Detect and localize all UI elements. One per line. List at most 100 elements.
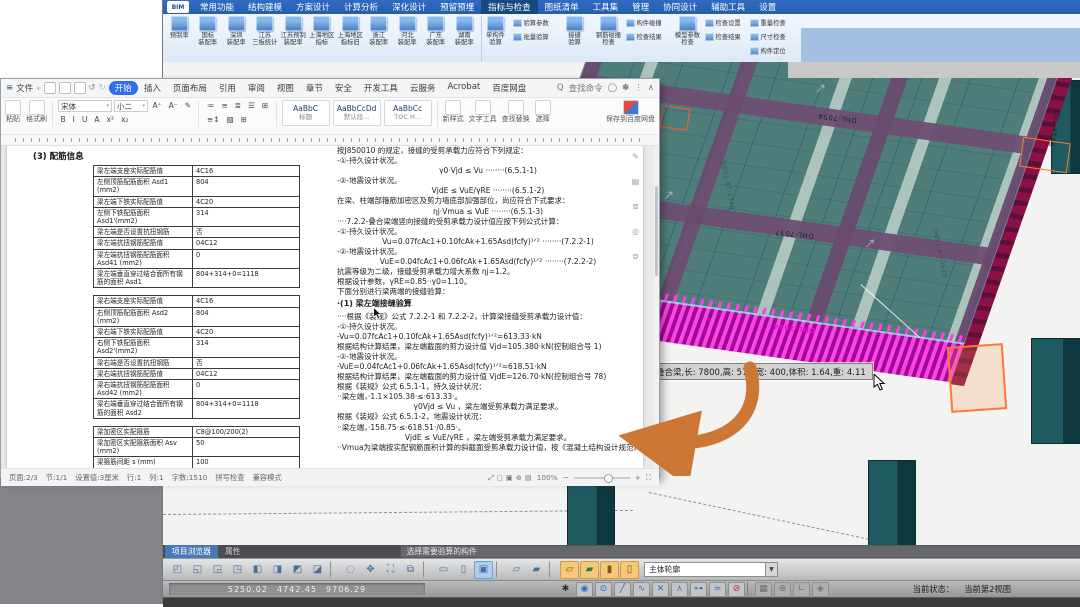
ribbon-tab[interactable]: 方案设计 xyxy=(289,0,337,14)
horizontal-ruler[interactable] xyxy=(1,135,659,146)
window-prev-icon[interactable]: ▭ xyxy=(434,561,453,579)
align-button[interactable]: ⊞ xyxy=(259,100,270,112)
word-menu-tab[interactable]: 开发工具 xyxy=(358,81,404,95)
view-cube-sw-icon[interactable]: ◰ xyxy=(168,561,187,579)
undo-icon[interactable]: ↺ xyxy=(89,83,96,93)
grid-toggle-icon[interactable]: ▦ xyxy=(755,582,772,597)
document-area[interactable]: (3) 配筋信息 梁左端支座实际配筋值4C16左侧顶筋配筋面积 Asd1 (mm… xyxy=(1,146,659,468)
paste-button[interactable]: 粘贴 xyxy=(5,100,21,123)
ribbon-tab[interactable]: 辅助工具 xyxy=(704,0,752,14)
ribbon-button[interactable]: 预制率 xyxy=(165,15,194,46)
pan-icon[interactable]: ✥ xyxy=(361,561,380,579)
ribbon-small-button[interactable]: 构件定位 xyxy=(750,44,795,57)
share-icon[interactable]: ⊜ xyxy=(632,252,639,261)
word-menu-tab[interactable]: 引用 xyxy=(213,81,242,95)
ribbon-button[interactable]: 上海地区指标旧 xyxy=(336,15,365,46)
ribbon-tab[interactable]: 设置 xyxy=(752,0,783,14)
border-button[interactable]: ⊞ xyxy=(238,114,249,126)
ribbon-button[interactable]: 湖南装配率 xyxy=(450,15,479,46)
snap-polyline-icon[interactable]: ∿ xyxy=(633,582,650,597)
word-menu-tab[interactable]: 审阅 xyxy=(242,81,271,95)
ribbon-tab[interactable]: 常用功能 xyxy=(193,0,241,14)
find-replace-button[interactable]: 查找替换 xyxy=(502,100,530,123)
word-menu-tab[interactable]: 开始 xyxy=(109,81,138,95)
word-menu-tab[interactable]: 百度网盘 xyxy=(486,81,532,95)
ribbon-small-button[interactable]: 批量验算 xyxy=(513,30,558,43)
comment-icon[interactable]: ▤ xyxy=(632,177,640,186)
ribbon-button[interactable]: 江苏预制装配率 xyxy=(279,15,308,46)
shading-button[interactable]: ▨ xyxy=(224,114,236,126)
view-mode-icon[interactable]: ⤢ xyxy=(488,473,494,483)
snap-cursor-icon[interactable]: ◉ xyxy=(576,582,593,597)
ribbon-tab[interactable]: 计算分析 xyxy=(337,0,385,14)
word-menu-tab[interactable]: 页面布局 xyxy=(167,81,213,95)
style-chip[interactable]: AaBbCc TOC H... xyxy=(384,100,432,126)
help-icon[interactable]: ◯ xyxy=(608,83,618,93)
ribbon-tab[interactable]: 协同设计 xyxy=(656,0,704,14)
ribbon-tab[interactable]: 管理 xyxy=(625,0,656,14)
word-menu-tab[interactable]: 视图 xyxy=(271,81,300,95)
new-style-button[interactable]: 新样式 xyxy=(443,100,464,123)
view-back-icon[interactable]: ◨ xyxy=(268,561,287,579)
format-button[interactable]: A xyxy=(92,114,102,126)
chevron-down-icon[interactable]: ∨ xyxy=(36,85,40,92)
font-size-select[interactable]: 小二▾ xyxy=(114,100,148,112)
clear-format-button[interactable]: ✎ xyxy=(182,100,193,112)
search-icon[interactable]: Q xyxy=(557,83,564,93)
snap-parallel-icon[interactable]: ≃ xyxy=(709,582,726,597)
orbit-icon[interactable]: ◌ xyxy=(341,561,360,579)
display-mode-select[interactable]: 主体轮廓 ▼ xyxy=(644,562,778,577)
ribbon-button[interactable]: 深圳装配率 xyxy=(222,15,251,46)
beam-display-toggle-icon[interactable]: ▮ xyxy=(600,561,619,579)
search-command-label[interactable]: 查找命令 xyxy=(569,82,603,94)
scrollbar-thumb[interactable] xyxy=(655,186,658,276)
app-logo-icon[interactable]: BIM xyxy=(167,1,189,13)
ribbon-button[interactable]: 广东装配率 xyxy=(422,15,451,46)
align-button[interactable]: ≣ xyxy=(232,100,243,112)
column-3d[interactable] xyxy=(868,460,916,545)
word-menu-tab[interactable]: 插入 xyxy=(138,81,167,95)
snap-off-icon[interactable]: ⊘ xyxy=(728,582,745,597)
ribbon-tab[interactable]: 深化设计 xyxy=(385,0,433,14)
view-cube-ne-icon[interactable]: ◲ xyxy=(208,561,227,579)
joint-check-button[interactable]: 接缝验算 xyxy=(558,15,592,46)
window-active-icon[interactable]: ▣ xyxy=(474,561,493,579)
baidu-netdisk-button[interactable]: 保存到百度网盘 xyxy=(606,100,655,123)
print-icon[interactable] xyxy=(59,82,71,94)
ribbon-tab[interactable]: 图纸清单 xyxy=(538,0,586,14)
style-chip[interactable]: AaBbC 标题 xyxy=(282,100,330,126)
view-iso1-icon[interactable]: ◩ xyxy=(288,561,307,579)
style-chip[interactable]: AaBbCcDd 默认段... xyxy=(333,100,381,126)
more-icon[interactable]: ⋮ xyxy=(634,83,643,93)
ribbon-tab[interactable]: 指标与检查 xyxy=(481,0,538,14)
column-3d[interactable] xyxy=(1031,338,1080,444)
separator[interactable] xyxy=(330,561,338,578)
font-name-select[interactable]: 宋体▾ xyxy=(58,100,112,112)
view-cube-nw-icon[interactable]: ◳ xyxy=(228,561,247,579)
window-cascade-icon[interactable]: ▰ xyxy=(527,561,546,579)
dynamic-input-toggle-icon[interactable]: ◈ xyxy=(812,582,829,597)
shrink-font-button[interactable]: A⁻ xyxy=(166,100,180,112)
select-button[interactable]: 选择 xyxy=(535,100,551,123)
snap-intersect-icon[interactable]: ✕ xyxy=(652,582,669,597)
slab-display-toggle-icon[interactable]: ▱ xyxy=(560,561,579,579)
separator[interactable] xyxy=(423,561,431,578)
snap-angle-icon[interactable]: ⋏ xyxy=(671,582,688,597)
ribbon-small-button[interactable]: 尺寸检查 xyxy=(750,30,795,43)
ribbon-small-button[interactable]: 验算参数 xyxy=(513,16,558,29)
column-3d[interactable] xyxy=(567,478,615,545)
redo-icon[interactable]: ↻ xyxy=(99,83,106,93)
panel-tab[interactable]: 项目浏览器 xyxy=(165,545,218,558)
ribbon-tab[interactable]: 结构建模 xyxy=(241,0,289,14)
snap-center-icon[interactable]: ⊙ xyxy=(595,582,612,597)
ribbon-button[interactable]: 国标装配率 xyxy=(194,15,223,46)
separator[interactable] xyxy=(549,561,557,578)
collapse-ribbon-icon[interactable]: ∧ xyxy=(648,83,654,93)
outline-display-toggle-icon[interactable]: ▯ xyxy=(620,561,639,579)
zoom-slider[interactable] xyxy=(574,477,630,479)
word-menu-tab[interactable]: Acrobat xyxy=(441,81,486,95)
separator[interactable] xyxy=(747,582,753,595)
view-iso2-icon[interactable]: ◪ xyxy=(308,561,327,579)
snap-settings-gear-icon[interactable]: ✱ xyxy=(557,582,574,597)
save-icon[interactable] xyxy=(44,82,56,94)
